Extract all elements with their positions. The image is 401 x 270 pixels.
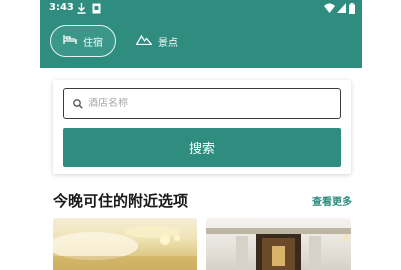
signal-icon: [337, 3, 346, 16]
app-screen: 3:43 住宿 景点 酒店名称 搜索 今晚可住的附近选项 查看更多: [40, 0, 362, 270]
battery-icon: [349, 3, 355, 17]
see-more-link[interactable]: 查看更多: [312, 193, 352, 208]
hotel-photo: [206, 228, 351, 270]
status-bar: 3:43: [40, 0, 362, 18]
tab-hotel[interactable]: 住宿: [50, 25, 116, 57]
mountain-icon: [135, 34, 153, 48]
hotel-card[interactable]: [53, 218, 197, 270]
bed-icon: [63, 34, 77, 48]
search-card: 搜索: [53, 80, 351, 174]
tab-scenic-spots[interactable]: 景点: [135, 25, 196, 57]
tab-scenic-label: 景点: [158, 37, 178, 49]
notification-icon: [92, 3, 101, 17]
hotel-photo: [53, 226, 197, 270]
download-icon: [77, 3, 86, 17]
search-button[interactable]: 搜索: [63, 128, 341, 167]
tab-hotel-label: 住宿: [83, 37, 103, 49]
category-header: 住宿 景点: [40, 18, 362, 68]
search-field[interactable]: [63, 88, 341, 119]
search-icon: [73, 94, 83, 113]
wifi-icon: [324, 3, 335, 16]
hotel-name-input[interactable]: [88, 98, 328, 109]
status-time: 3:43: [49, 2, 74, 13]
section-title: 今晚可住的附近选项: [53, 192, 189, 210]
hotel-card[interactable]: [206, 218, 351, 270]
